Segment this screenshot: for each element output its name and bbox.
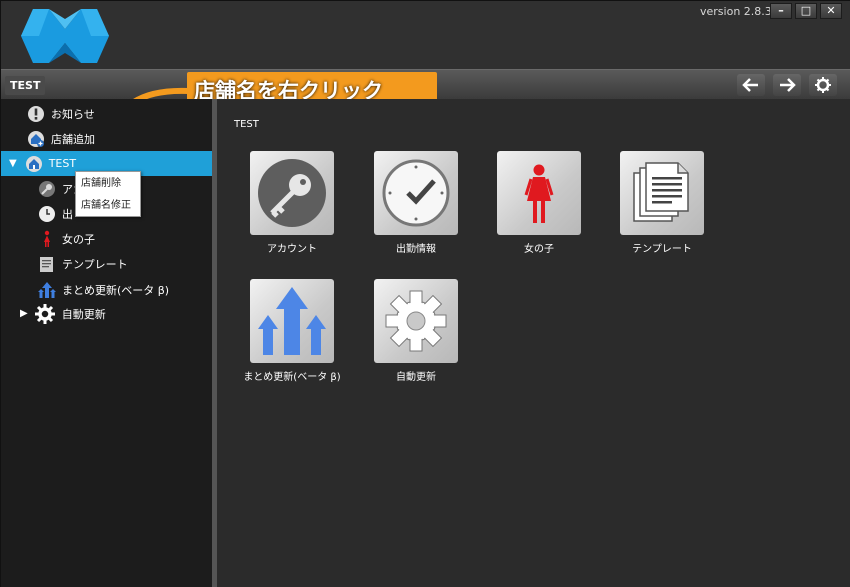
main-panel: TEST アカウント 出勤情報 女の子 テンプレート まとめ更新(ベータ β) …	[217, 99, 850, 587]
tile-bulk-update-box[interactable]	[250, 279, 334, 363]
tile-attendance[interactable]: 出勤情報	[346, 151, 486, 255]
minimize-button[interactable]: –	[770, 3, 792, 19]
title-bar: version 2.8.3 – □ ✕	[1, 1, 850, 69]
expand-arrow-icon[interactable]: ▼	[9, 158, 17, 169]
arrows-up-icon	[258, 287, 326, 355]
tile-girls[interactable]: 女の子	[469, 151, 609, 255]
version-label: version 2.8.3	[700, 5, 772, 18]
sidebar-item-label: テンプレート	[62, 257, 128, 271]
woman-icon	[38, 230, 56, 248]
sidebar-item-news[interactable]: お知らせ	[27, 101, 95, 126]
page-title: TEST	[234, 119, 259, 130]
context-menu-item-rename-store[interactable]: 店舗名修正	[76, 196, 140, 216]
sidebar-item-label: 女の子	[62, 232, 95, 246]
sidebar-item-girls[interactable]: 女の子	[38, 226, 95, 251]
sidebar-item-label: 店舗追加	[51, 132, 95, 146]
close-button[interactable]: ✕	[820, 3, 842, 19]
tile-label: テンプレート	[632, 244, 692, 255]
sidebar-item-label: 出	[62, 207, 73, 221]
sidebar-item-label: まとめ更新(ベータ β)	[62, 283, 170, 297]
add-store-icon	[27, 130, 45, 148]
tile-label: 女の子	[524, 244, 554, 255]
tile-account[interactable]: アカウント	[222, 151, 362, 255]
context-menu-item-delete-store[interactable]: 店舗削除	[76, 174, 140, 194]
sidebar-item-bulk-update[interactable]: まとめ更新(ベータ β)	[38, 277, 169, 302]
gear-icon	[385, 290, 447, 352]
info-icon	[27, 105, 45, 123]
settings-icon	[815, 77, 831, 93]
settings-button[interactable]	[809, 74, 837, 96]
tile-girls-box[interactable]	[497, 151, 581, 235]
tile-auto-update-box[interactable]	[374, 279, 458, 363]
tile-account-box[interactable]	[250, 151, 334, 235]
arrow-left-icon	[742, 78, 758, 92]
arrow-right-icon	[780, 78, 796, 92]
tile-label: 出勤情報	[396, 244, 436, 255]
tile-attendance-box[interactable]	[374, 151, 458, 235]
sidebar-item-auto-update[interactable]: ▶ 自動更新	[20, 301, 106, 326]
current-store-label: TEST	[5, 76, 46, 95]
tile-label: アカウント	[267, 244, 317, 255]
forward-button[interactable]	[773, 74, 801, 96]
sidebar-item-attendance[interactable]: 出	[38, 201, 73, 226]
sidebar-item-label: TEST	[48, 157, 77, 170]
woman-icon	[524, 164, 554, 223]
tile-bulk-update[interactable]: まとめ更新(ベータ β)	[222, 279, 362, 383]
template-icon	[38, 255, 56, 273]
arrows-up-icon	[38, 281, 56, 299]
tile-auto-update[interactable]: 自動更新	[346, 279, 486, 383]
app-window: version 2.8.3 – □ ✕ TEST 店舗名を右クリック お知らせ …	[0, 0, 850, 587]
sidebar-item-label: お知らせ	[51, 107, 95, 121]
key-icon	[38, 180, 56, 198]
sidebar-item-label: 自動更新	[61, 307, 106, 321]
sidebar-item-template[interactable]: テンプレート	[38, 251, 128, 276]
app-logo-icon	[21, 9, 109, 63]
maximize-button[interactable]: □	[795, 3, 817, 19]
gear-icon	[34, 303, 56, 325]
context-menu: 店舗削除 店舗名修正	[75, 171, 141, 217]
tile-template[interactable]: テンプレート	[592, 151, 732, 255]
documents-icon	[633, 162, 689, 222]
key-icon	[258, 159, 326, 227]
tile-template-box[interactable]	[620, 151, 704, 235]
tile-label: 自動更新	[396, 372, 436, 383]
clock-icon	[382, 159, 450, 227]
clock-icon	[38, 205, 56, 223]
expand-arrow-icon[interactable]: ▶	[20, 308, 28, 319]
sidebar-item-add-store[interactable]: 店舗追加	[27, 126, 95, 151]
back-button[interactable]	[737, 74, 765, 96]
store-icon	[25, 155, 43, 173]
tile-label: まとめ更新(ベータ β)	[243, 372, 341, 383]
